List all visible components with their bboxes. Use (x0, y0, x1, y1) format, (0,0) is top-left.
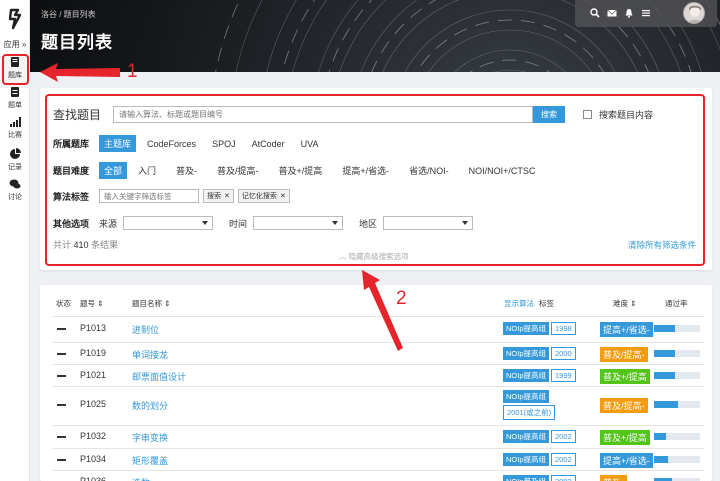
annotation-number-1: 1 (127, 61, 138, 82)
annotation-arrow-1 (40, 63, 120, 82)
annotation-number-2: 2 (396, 288, 407, 309)
annotation-arrows (40, 63, 403, 351)
annotation-arrow-2 (362, 270, 403, 351)
